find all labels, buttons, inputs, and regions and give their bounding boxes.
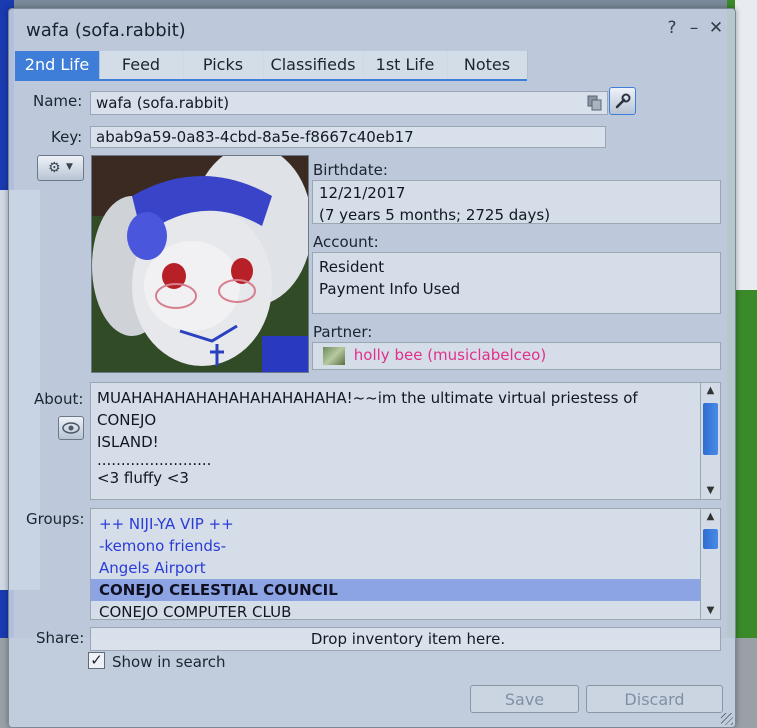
tab-notes[interactable]: Notes — [447, 51, 528, 79]
about-scrollbar[interactable]: ▲ ▼ — [700, 383, 720, 499]
groups-list[interactable]: ++ NIJI-YA VIP ++ -kemono friends- Angel… — [90, 508, 721, 623]
name-label: Name: — [33, 92, 83, 110]
account-box: Resident Payment Info Used — [312, 252, 721, 314]
partner-link[interactable]: holly bee (musiclabelceo) — [354, 346, 546, 364]
share-label: Share: — [36, 629, 85, 647]
chevron-down-icon: ▼ — [66, 162, 73, 172]
groups-label: Groups: — [26, 510, 85, 528]
partner-box: holly bee (musiclabelceo) — [312, 342, 721, 370]
tab-underline — [15, 79, 527, 81]
key-label: Key: — [51, 128, 83, 146]
groups-scrollbar[interactable]: ▲ ▼ — [700, 509, 720, 619]
actions-gear-button[interactable]: ⚙ ▼ — [37, 155, 84, 181]
minimize-button[interactable]: – — [683, 18, 705, 38]
save-button[interactable]: Save — [470, 685, 579, 713]
tab-picks[interactable]: Picks — [183, 51, 264, 79]
partner-avatar-icon — [323, 346, 345, 365]
partner-label: Partner: — [313, 323, 373, 341]
about-textarea[interactable]: MUAHAHAHAHAHAHAHAHAHAHA!~~im the ultimat… — [90, 382, 721, 500]
name-value: wafa (sofa.rabbit) — [96, 94, 230, 112]
about-line: <3 fluffy <3 — [97, 469, 189, 487]
birthdate-value: 12/21/2017 — [319, 184, 406, 202]
title-buttons: ? – ✕ — [661, 18, 727, 38]
account-type: Resident — [319, 258, 385, 276]
background-scene-right-panel — [735, 0, 757, 290]
resize-handle[interactable] — [721, 713, 733, 725]
tab-classifieds[interactable]: Classifieds — [263, 51, 364, 79]
group-item[interactable]: -kemono friends- — [91, 535, 700, 557]
scroll-up-icon[interactable]: ▲ — [701, 383, 720, 399]
wrench-button[interactable] — [609, 87, 636, 115]
birthdate-age: (7 years 5 months; 2725 days) — [319, 206, 551, 224]
tab-2nd-life[interactable]: 2nd Life — [15, 51, 100, 79]
scroll-down-icon[interactable]: ▼ — [701, 483, 720, 499]
wrench-icon — [614, 92, 632, 114]
scroll-up-icon[interactable]: ▲ — [701, 509, 720, 525]
birthdate-label: Birthdate: — [313, 161, 388, 179]
share-drop-target[interactable]: Drop inventory item here. — [90, 627, 721, 651]
about-view-button[interactable] — [58, 416, 84, 440]
about-line: ........................ — [97, 451, 212, 469]
window-title: wafa (sofa.rabbit) — [26, 20, 186, 41]
about-scroll-thumb[interactable] — [703, 403, 718, 455]
group-item[interactable]: CONEJO CELESTIAL COUNCIL — [91, 579, 700, 601]
help-button[interactable]: ? — [661, 18, 683, 38]
about-line: MUAHAHAHAHAHAHAHAHAHAHA!~~im the ultimat… — [97, 389, 638, 429]
profile-window: wafa (sofa.rabbit) ? – ✕ 2nd Life Feed Pic… — [8, 8, 736, 728]
account-label: Account: — [313, 233, 379, 251]
group-item[interactable]: Angels Airport — [91, 557, 700, 579]
eye-icon — [62, 421, 80, 439]
about-label: About: — [34, 390, 84, 408]
profile-picture[interactable] — [91, 155, 309, 373]
copy-icon[interactable] — [587, 95, 603, 111]
show-in-search-checkbox[interactable]: ✓ — [88, 652, 105, 669]
gear-icon: ⚙ — [48, 160, 61, 176]
account-payment-status: Payment Info Used — [319, 280, 461, 298]
key-field[interactable]: abab9a59-0a83-4cbd-8a5e-f8667c40eb17 — [90, 126, 606, 148]
scroll-down-icon[interactable]: ▼ — [701, 603, 720, 619]
show-in-search-label: Show in search — [112, 653, 226, 671]
tab-feed[interactable]: Feed — [99, 51, 184, 79]
about-line: ISLAND! — [97, 433, 159, 451]
groups-scroll-thumb[interactable] — [703, 529, 718, 549]
birthdate-box: 12/21/2017 (7 years 5 months; 2725 days) — [312, 180, 721, 224]
name-field[interactable]: wafa (sofa.rabbit) — [90, 91, 608, 115]
discard-button[interactable]: Discard — [586, 685, 723, 713]
group-item[interactable]: ++ NIJI-YA VIP ++ — [91, 513, 700, 535]
close-button[interactable]: ✕ — [705, 18, 727, 38]
tab-1st-life[interactable]: 1st Life — [363, 51, 448, 79]
group-item[interactable]: CONEJO COMPUTER CLUB — [91, 601, 700, 623]
